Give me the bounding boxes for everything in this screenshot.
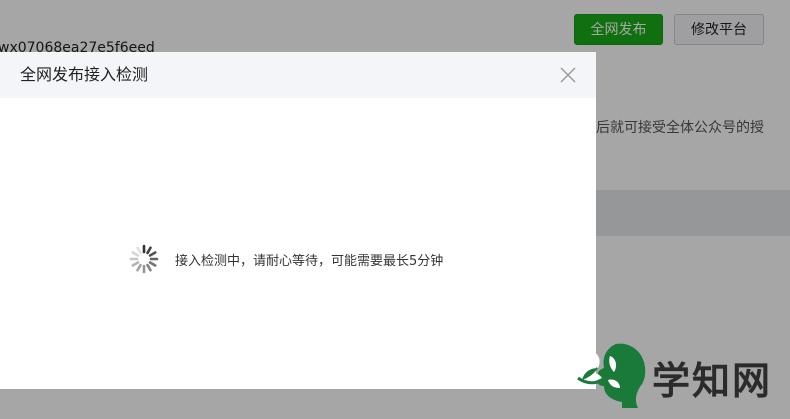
dialog-body: 接入检测中，请耐心等待，可能需要最长5分钟: [0, 98, 596, 389]
dialog-header: 全网发布接入检测: [0, 52, 596, 98]
page: wx07068ea27e5f6eed 全网发布 修改平台 后就可接受全体公众号的…: [0, 0, 790, 419]
loading-spinner-icon: [129, 244, 159, 274]
access-check-dialog: 全网发布接入检测 接入检测中，请耐心等待，可能需要最长5分钟: [0, 52, 596, 389]
dialog-title: 全网发布接入检测: [20, 65, 149, 84]
loading-message: 接入检测中，请耐心等待，可能需要最长5分钟: [175, 253, 444, 269]
watermark-logo-icon: [577, 343, 646, 408]
loading-row: 接入检测中，请耐心等待，可能需要最长5分钟: [129, 244, 443, 274]
close-icon[interactable]: [559, 66, 577, 84]
watermark: 学知网: [576, 340, 776, 410]
watermark-text: 学知网: [652, 359, 773, 403]
